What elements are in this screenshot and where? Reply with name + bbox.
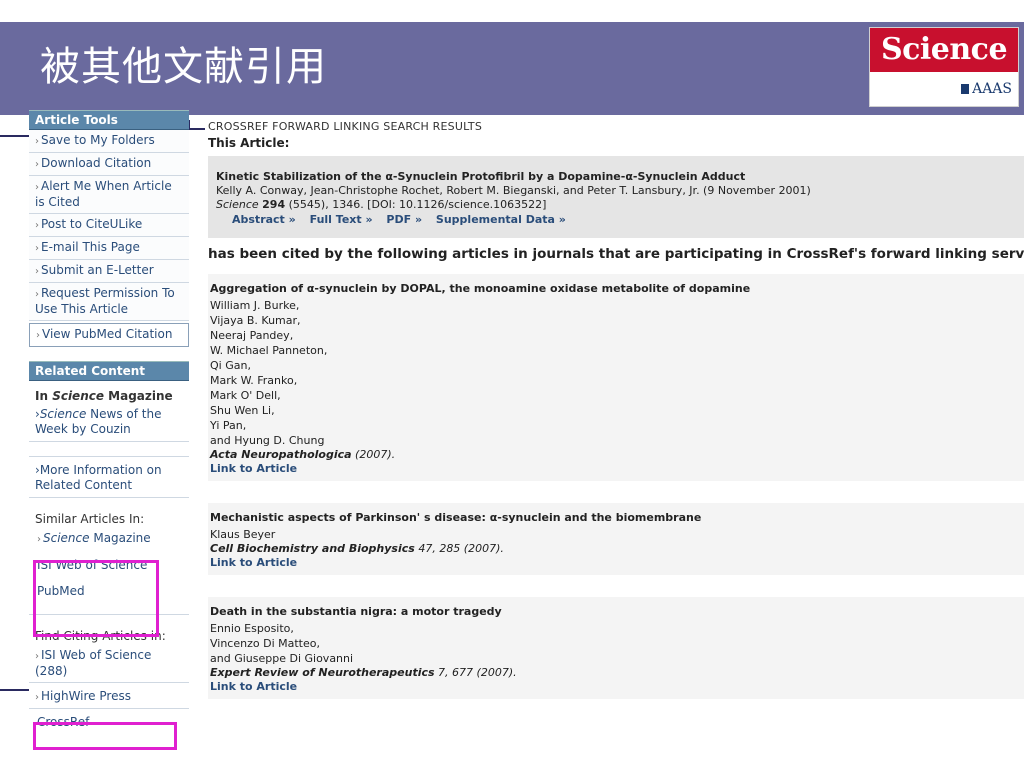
cited-by-heading: has been cited by the following articles… [208,246,1024,262]
similar-articles-label: Similar Articles In: [35,512,145,526]
link-to-article[interactable]: Link to Article [210,556,1022,569]
submit-eletter-link[interactable]: › Submit an E-Letter [29,260,189,283]
citing-highwire-link[interactable]: › HighWire Press [29,683,189,709]
request-permission-link[interactable]: › Request Permission To Use This Article [29,283,189,321]
citation-author: Neeraj Pandey, [210,329,294,342]
citation-author: Klaus Beyer [210,528,276,541]
aaas-mark: AAAS [870,72,1018,106]
citation-journal: Acta Neuropathologica (2007). [210,448,396,461]
connector-line [0,135,30,137]
original-article-box: Kinetic Stabilization of the α-Synuclein… [208,156,1024,238]
download-citation-link[interactable]: › Download Citation [29,153,189,176]
article-authors: Kelly A. Conway, Jean-Christophe Rochet,… [216,184,811,197]
citing-isi-link[interactable]: › ISI Web of Science (288) [29,645,189,683]
save-to-folders-link[interactable]: › Save to My Folders [29,130,189,153]
citation-title: Death in the substantia nigra: a motor t… [210,605,502,618]
this-article-label: This Article: [208,136,290,150]
in-science-magazine-label: In Science Magazine [35,389,173,403]
sidebar: Article Tools › Save to My Folders › Downl… [29,110,189,733]
citation-item: Aggregation of α-synuclein by DOPAL, the… [208,274,1024,481]
citation-author: and Giuseppe Di Giovanni [210,652,354,665]
link-to-article[interactable]: Link to Article [210,680,1022,693]
similar-articles-highlight [33,560,159,637]
crossref-heading: CROSSREF FORWARD LINKING SEARCH RESULTS [208,120,483,133]
connector-line [0,689,30,691]
science-news-link[interactable]: ›Science News of the Week by Couzin [29,405,189,442]
email-page-link[interactable]: › E-mail This Page [29,237,189,260]
crossref-highlight [33,722,177,750]
abstract-link[interactable]: Abstract » [232,213,296,226]
citation-author: Yi Pan, [210,419,247,432]
citation-item: Death in the substantia nigra: a motor t… [208,597,1024,699]
pdf-link[interactable]: PDF » [386,213,422,226]
citation-author: W. Michael Panneton, [210,344,328,357]
view-pubmed-citation-link[interactable]: › View PubMed Citation [29,323,189,347]
citation-author: Vijaya B. Kumar, [210,314,301,327]
full-text-link[interactable]: Full Text » [310,213,373,226]
citation-title: Mechanistic aspects of Parkinson' s dise… [210,511,702,524]
related-content-heading: Related Content [29,361,189,381]
citation-author: Mark O' Dell, [210,389,281,402]
citation-author: Vincenzo Di Matteo, [210,637,320,650]
citation-author: Ennio Esposito, [210,622,294,635]
supplemental-data-link[interactable]: Supplemental Data » [436,213,566,226]
alert-cited-link[interactable]: › Alert Me When Article is Cited [29,176,189,214]
aaas-text: AAAS [972,81,1012,97]
slide-header: 被其他文献引用 Science AAAS [0,22,1024,115]
article-citation: Science 294 (5545), 1346. [DOI: 10.1126/… [216,198,547,211]
slide-title: 被其他文献引用 [40,44,327,90]
citation-author: Qi Gan, [210,359,251,372]
article-tools-heading: Article Tools [29,110,189,130]
article-title: Kinetic Stabilization of the α-Synuclein… [216,170,746,183]
citation-author: Mark W. Franko, [210,374,298,387]
citation-author: William J. Burke, [210,299,300,312]
post-citeulike-link[interactable]: › Post to CiteULike [29,214,189,237]
citation-author: Shu Wen Li, [210,404,275,417]
logo-wordmark: Science [870,28,1018,72]
more-information-link[interactable]: ›More Information on Related Content [29,456,189,498]
citation-journal: Cell Biochemistry and Biophysics 47, 285… [210,542,504,555]
main-content: CROSSREF FORWARD LINKING SEARCH RESULTS … [208,120,1024,699]
citation-journal: Expert Review of Neurotherapeutics 7, 67… [210,666,517,679]
link-to-article[interactable]: Link to Article [210,462,1022,475]
citation-item: Mechanistic aspects of Parkinson' s dise… [208,503,1024,575]
citation-author: and Hyung D. Chung [210,434,325,447]
science-logo: Science AAAS [869,27,1019,107]
article-links: Abstract » Full Text » PDF » Supplementa… [216,213,1016,226]
aaas-icon [961,84,970,94]
citation-title: Aggregation of α-synuclein by DOPAL, the… [210,282,751,295]
similar-science-magazine-link[interactable]: › Science Magazine [29,528,189,550]
connector-line [189,128,205,130]
